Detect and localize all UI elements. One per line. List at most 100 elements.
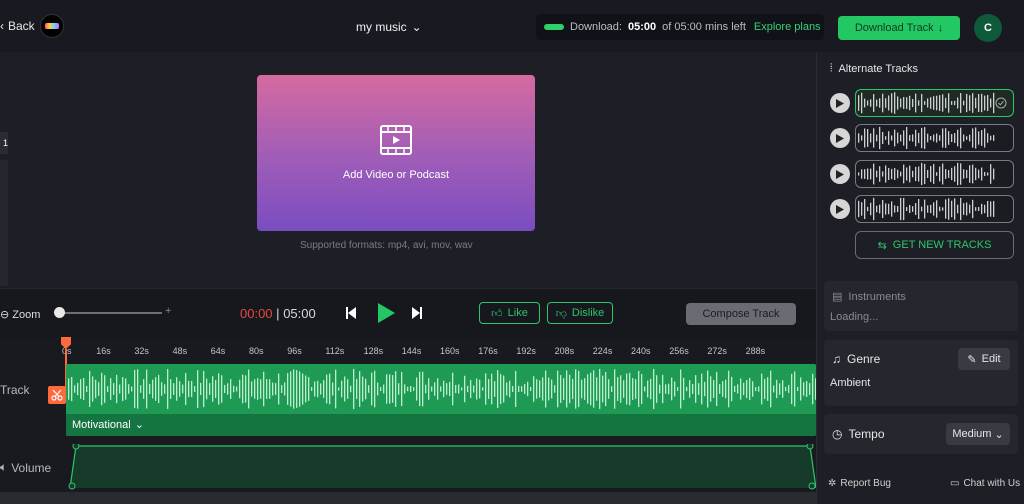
play-icon[interactable] [830, 128, 850, 148]
alternate-track-waveform[interactable] [855, 195, 1014, 223]
playback-controls-bar: ⊖ Zoom + 00:00 | 05:00 👍︎ Like 👎︎ Dislik… [0, 288, 816, 338]
alternate-track-waveform[interactable] [855, 89, 1014, 117]
zoom-out-icon[interactable]: ⊖ [0, 309, 9, 321]
thumbs-down-icon: 👎︎ [555, 307, 567, 320]
alternate-track-item[interactable] [830, 160, 1014, 188]
ruler-tick: 208s [554, 346, 575, 356]
volume-handle[interactable] [72, 444, 80, 450]
waveform-icon: ⦙ [830, 62, 833, 74]
alternate-track-waveform[interactable] [855, 160, 1014, 188]
left-side-tab[interactable]: 1 [0, 132, 8, 154]
explore-plans-link[interactable]: Explore plans [754, 21, 821, 33]
chat-label: Chat with Us [963, 478, 1021, 489]
volume-icon: 🔈︎ [0, 460, 8, 474]
genre-heading: ♫ Genre [832, 352, 880, 366]
genre-title: Genre [847, 352, 881, 366]
back-button[interactable]: ‹ Back [0, 19, 35, 33]
quota-time: 05:00 [627, 21, 657, 33]
ruler-tick: 112s [325, 346, 345, 356]
alternate-track-item[interactable] [830, 195, 1014, 223]
report-bug-link[interactable]: ✲ Report Bug [828, 478, 891, 489]
volume-label-text: Volume [11, 460, 52, 475]
chevron-left-icon: ‹ [0, 19, 4, 33]
alternate-track-item[interactable] [830, 89, 1014, 117]
zoom-slider-track[interactable] [58, 312, 162, 314]
get-new-tracks-button[interactable]: ⇆ GET NEW TRACKS [855, 231, 1014, 259]
time-ruler[interactable]: 0s16s32s48s64s80s96s112s128s144s160s176s… [62, 346, 816, 362]
instruments-loading-text: Loading... [830, 311, 879, 323]
genre-value: Ambient [830, 377, 871, 389]
zoom-text: Zoom [12, 309, 41, 321]
scissors-icon[interactable] [48, 386, 66, 404]
dislike-label: Dislike [571, 307, 605, 319]
alternate-tracks-heading: ⦙ Alternate Tracks [830, 62, 918, 75]
ruler-tick: 96s [287, 346, 302, 356]
like-button[interactable]: 👍︎ Like [479, 302, 540, 324]
alternate-track-item[interactable] [830, 124, 1014, 152]
zoom-in-icon[interactable]: + [165, 305, 171, 317]
check-circle-icon [995, 97, 1007, 109]
volume-handle[interactable] [68, 482, 76, 490]
chevron-down-icon: ⌄ [411, 20, 422, 34]
ruler-tick: 272s [707, 346, 727, 356]
skip-previous-icon[interactable] [344, 305, 360, 321]
play-icon[interactable] [830, 199, 850, 219]
track-waveform [66, 364, 816, 414]
play-icon[interactable] [376, 302, 396, 324]
genre-card: ♫ Genre ✎ Edit Ambient [824, 340, 1018, 406]
current-time: 00:00 [240, 306, 273, 321]
ruler-tick: 64s [210, 346, 226, 356]
zoom-slider-knob[interactable] [54, 307, 65, 318]
alternate-tracks-title: Alternate Tracks [838, 62, 918, 75]
quota-suffix: of 05:00 mins left [662, 21, 746, 33]
guitar-icon: ♫ [832, 352, 841, 366]
mood-dropdown[interactable]: Motivational ⌄ [72, 418, 144, 432]
ruler-tick: 128s [363, 346, 384, 356]
dislike-button[interactable]: 👎︎ Dislike [547, 302, 613, 324]
timeline-scrollbar[interactable] [0, 492, 816, 504]
edit-label: Edit [981, 353, 1001, 365]
ruler-tick: 256s [669, 346, 689, 356]
ruler-tick: 48s [172, 346, 188, 356]
alternate-track-waveform[interactable] [855, 124, 1014, 152]
tempo-select[interactable]: Medium ⌄ [946, 423, 1010, 445]
volume-handle[interactable] [808, 482, 816, 490]
ruler-tick: 32s [134, 346, 149, 356]
volume-handle[interactable] [806, 444, 814, 450]
compose-track-button[interactable]: Compose Track [686, 303, 796, 325]
dropzone-label: Add Video or Podcast [342, 169, 450, 181]
time-separator: | [276, 306, 280, 321]
ruler-tick: 224s [592, 346, 613, 356]
thumbs-up-icon: 👍︎ [491, 307, 503, 320]
clock-icon: ◷ [832, 427, 843, 441]
app-logo[interactable] [40, 14, 64, 38]
back-label: Back [8, 19, 35, 33]
play-icon[interactable] [830, 93, 850, 113]
tempo-card: ◷ Tempo Medium ⌄ [824, 414, 1018, 454]
skip-next-icon[interactable] [408, 305, 424, 321]
project-title: my music [356, 20, 407, 34]
music-track-clip[interactable]: Motivational ⌄ [66, 364, 816, 436]
video-file-icon [380, 125, 412, 155]
volume-envelope[interactable] [66, 444, 816, 490]
ruler-tick: 288s [745, 346, 766, 356]
add-video-dropzone[interactable]: Add Video or Podcast [257, 75, 535, 231]
arrow-down-icon: ↓ [937, 22, 944, 34]
like-label: Like [507, 307, 528, 319]
tempo-value: Medium [952, 428, 992, 440]
tempo-title: Tempo [848, 427, 885, 441]
ruler-tick: 240s [631, 346, 651, 356]
chevron-down-icon: ⌄ [134, 419, 144, 431]
report-bug-label: Report Bug [840, 478, 891, 489]
chat-icon: ▭ [950, 478, 960, 489]
download-track-label: Download Track [854, 22, 934, 34]
user-avatar[interactable]: C [974, 14, 1002, 42]
pencil-icon: ✎ [967, 353, 977, 366]
download-track-button[interactable]: Download Track ↓ [838, 16, 960, 40]
chat-with-us-link[interactable]: ▭ Chat with Us [950, 478, 1020, 489]
project-title-dropdown[interactable]: my music ⌄ [356, 20, 422, 34]
instrument-icon: ▤ [832, 291, 843, 303]
play-icon[interactable] [830, 164, 850, 184]
genre-edit-button[interactable]: ✎ Edit [958, 348, 1010, 370]
ruler-tick: 80s [249, 346, 264, 356]
